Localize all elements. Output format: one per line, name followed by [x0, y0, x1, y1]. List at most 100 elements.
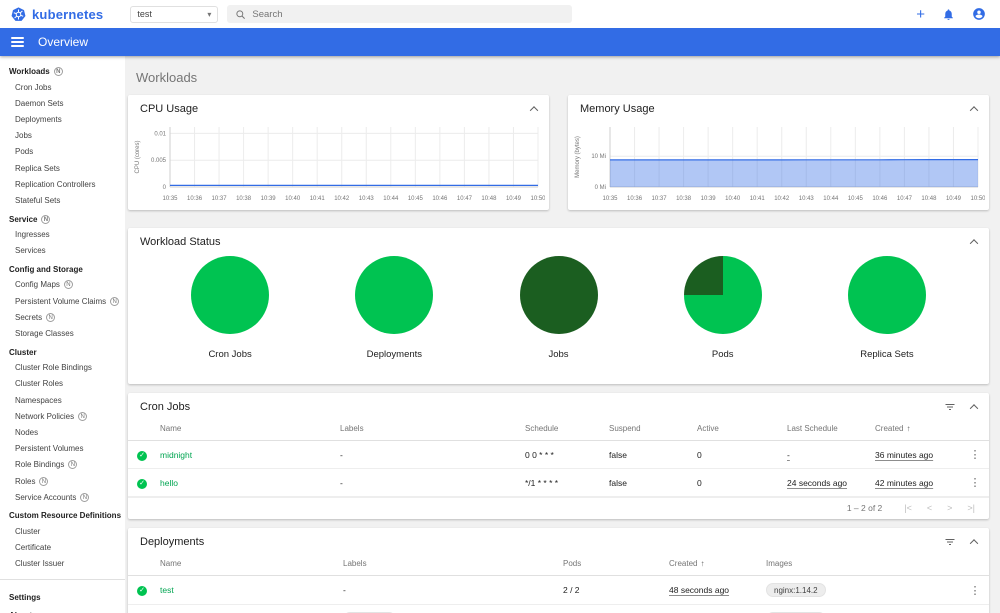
pie-chart-label: Jobs [548, 349, 569, 360]
sidebar-item-settings[interactable]: Settings [0, 587, 125, 605]
sidebar-section-label: Service [9, 214, 38, 224]
sidebar-item-service-accounts[interactable]: Service Accounts N [0, 489, 125, 505]
namespaced-badge: N [41, 214, 51, 224]
column-header-created[interactable]: Created [871, 417, 961, 441]
menu-hamburger-icon[interactable] [11, 37, 24, 47]
next-page-button[interactable] [947, 503, 952, 513]
sidebar-item-label: Roles [15, 476, 36, 486]
sidebar-item-nodes[interactable]: Nodes [0, 424, 125, 440]
row-menu-kebab-icon[interactable] [970, 477, 981, 489]
sidebar-item-daemon-sets[interactable]: Daemon Sets [0, 95, 125, 111]
previous-page-button[interactable] [927, 503, 932, 513]
notifications-button[interactable] [942, 8, 955, 21]
namespaced-badge: N [39, 476, 49, 486]
sidebar-item-persistent-volume-claims[interactable]: Persistent Volume Claims N [0, 293, 125, 309]
row-menu-kebab-icon[interactable] [970, 585, 981, 597]
sidebar-item-replication-controllers[interactable]: Replication Controllers [0, 176, 125, 192]
pie-chart [355, 256, 434, 334]
sidebar-item-cluster-roles[interactable]: Cluster Roles [0, 376, 125, 392]
svg-text:10:40: 10:40 [725, 196, 741, 202]
sidebar-item-namespaces[interactable]: Namespaces [0, 392, 125, 408]
sidebar-item-storage-classes[interactable]: Storage Classes [0, 325, 125, 341]
sidebar-item-label: Daemon Sets [15, 98, 64, 108]
column-header-name[interactable]: Name [156, 552, 339, 576]
sidebar-item-label: Network Policies [15, 411, 75, 421]
first-page-button[interactable] [904, 503, 912, 513]
labels-cell: - [343, 585, 346, 595]
sidebar-item-roles[interactable]: Roles N [0, 473, 125, 489]
profile-button[interactable] [972, 7, 986, 21]
filter-list-icon[interactable] [944, 401, 956, 413]
kubernetes-brand[interactable]: kubernetes [10, 6, 103, 23]
sidebar-item-persistent-volumes[interactable]: Persistent Volumes [0, 441, 125, 457]
deployment-row[interactable]: nginx-deploymentapp: nginx3 / 342 minute… [128, 604, 989, 613]
svg-text:10:42: 10:42 [774, 196, 790, 202]
sidebar-section-cluster[interactable]: Cluster [0, 342, 125, 360]
search-bar[interactable] [227, 5, 573, 23]
sidebar-item-config-maps[interactable]: Config Maps N [0, 277, 125, 293]
sidebar-section-custom-resource-definitions[interactable]: Custom Resource Definitions [0, 505, 125, 523]
label-chip: nginx:1.14.2 [766, 583, 826, 597]
deployment-name-link[interactable]: test [160, 585, 174, 595]
svg-text:10:44: 10:44 [823, 196, 839, 202]
collapse-chevron-up-icon[interactable] [969, 106, 979, 115]
column-header-schedule: Schedule [521, 417, 605, 441]
column-header-created[interactable]: Created [665, 552, 762, 576]
sidebar-item-services[interactable]: Services [0, 243, 125, 259]
pods-cell: 2 / 2 [563, 585, 580, 595]
deployment-row[interactable]: test - 2 / 2 48 seconds ago nginx:1.14.2 [128, 575, 989, 605]
cron-job-name-link[interactable]: midnight [160, 450, 192, 460]
sidebar-item-pods[interactable]: Pods [0, 144, 125, 160]
collapse-chevron-up-icon[interactable] [529, 106, 539, 115]
sidebar-section-service[interactable]: Service N [0, 209, 125, 227]
sidebar-item-cluster-issuer[interactable]: Cluster Issuer [0, 556, 125, 572]
status-ok-icon [137, 586, 147, 596]
collapse-chevron-up-icon[interactable] [969, 539, 979, 548]
row-menu-kebab-icon[interactable] [970, 449, 981, 461]
namespace-selector[interactable]: test [130, 5, 219, 23]
svg-text:10:45: 10:45 [848, 196, 864, 202]
cron-job-row[interactable]: hello - */1 * * * * false 0 24 seconds ago 42 … [128, 468, 989, 497]
svg-text:10:46: 10:46 [872, 196, 888, 202]
sidebar-item-cluster-role-bindings[interactable]: Cluster Role Bindings [0, 360, 125, 376]
cron-job-row[interactable]: midnight - 0 0 * * * false 0 - 36 minutes ago [128, 440, 989, 469]
pie-chart-label: Deployments [366, 349, 423, 360]
column-header-label: Labels [340, 424, 364, 433]
sidebar-section-config-and-storage[interactable]: Config and Storage [0, 259, 125, 277]
column-header-labels: Labels [339, 552, 559, 576]
collapse-chevron-up-icon[interactable] [969, 239, 979, 248]
svg-text:10:46: 10:46 [432, 196, 448, 202]
cron-job-name-link[interactable]: hello [160, 478, 178, 488]
filter-list-icon[interactable] [944, 536, 956, 548]
column-header-name[interactable]: Name [156, 417, 336, 441]
suspend-cell: false [609, 477, 627, 488]
svg-text:10:41: 10:41 [750, 196, 766, 202]
search-input[interactable] [252, 8, 565, 20]
last-page-button[interactable] [967, 503, 975, 513]
column-header-label: Created [669, 559, 698, 568]
sidebar-item-network-policies[interactable]: Network Policies N [0, 408, 125, 424]
cron-jobs-card: Cron Jobs Name Labels Schedule Suspend Activ… [128, 393, 989, 519]
sidebar-item-secrets[interactable]: Secrets N [0, 309, 125, 325]
sidebar-section-workloads[interactable]: Workloads N [0, 61, 125, 79]
sidebar-item-replica-sets[interactable]: Replica Sets [0, 160, 125, 176]
collapse-chevron-up-icon[interactable] [969, 404, 979, 413]
sidebar-item-cron-jobs[interactable]: Cron Jobs [0, 79, 125, 95]
sidebar-item-deployments[interactable]: Deployments [0, 111, 125, 127]
svg-text:10:42: 10:42 [334, 196, 350, 202]
svg-text:10:47: 10:47 [897, 196, 913, 202]
sidebar-item-about[interactable]: About [0, 605, 125, 613]
namespaced-badge: N [53, 67, 63, 76]
sidebar-item-certificate[interactable]: Certificate [0, 540, 125, 556]
sidebar-item-cluster[interactable]: Cluster [0, 523, 125, 539]
sidebar-item-ingresses[interactable]: Ingresses [0, 227, 125, 243]
svg-text:10:43: 10:43 [359, 196, 375, 202]
sidebar-item-jobs[interactable]: Jobs [0, 128, 125, 144]
namespaced-badge: N [80, 492, 90, 502]
svg-text:10:50: 10:50 [530, 196, 545, 202]
page-header-title: Overview [38, 35, 89, 49]
labels-cell: - [340, 449, 343, 460]
add-resource-button[interactable] [916, 7, 925, 22]
sidebar-item-role-bindings[interactable]: Role Bindings N [0, 457, 125, 473]
sidebar-item-stateful-sets[interactable]: Stateful Sets [0, 192, 125, 208]
